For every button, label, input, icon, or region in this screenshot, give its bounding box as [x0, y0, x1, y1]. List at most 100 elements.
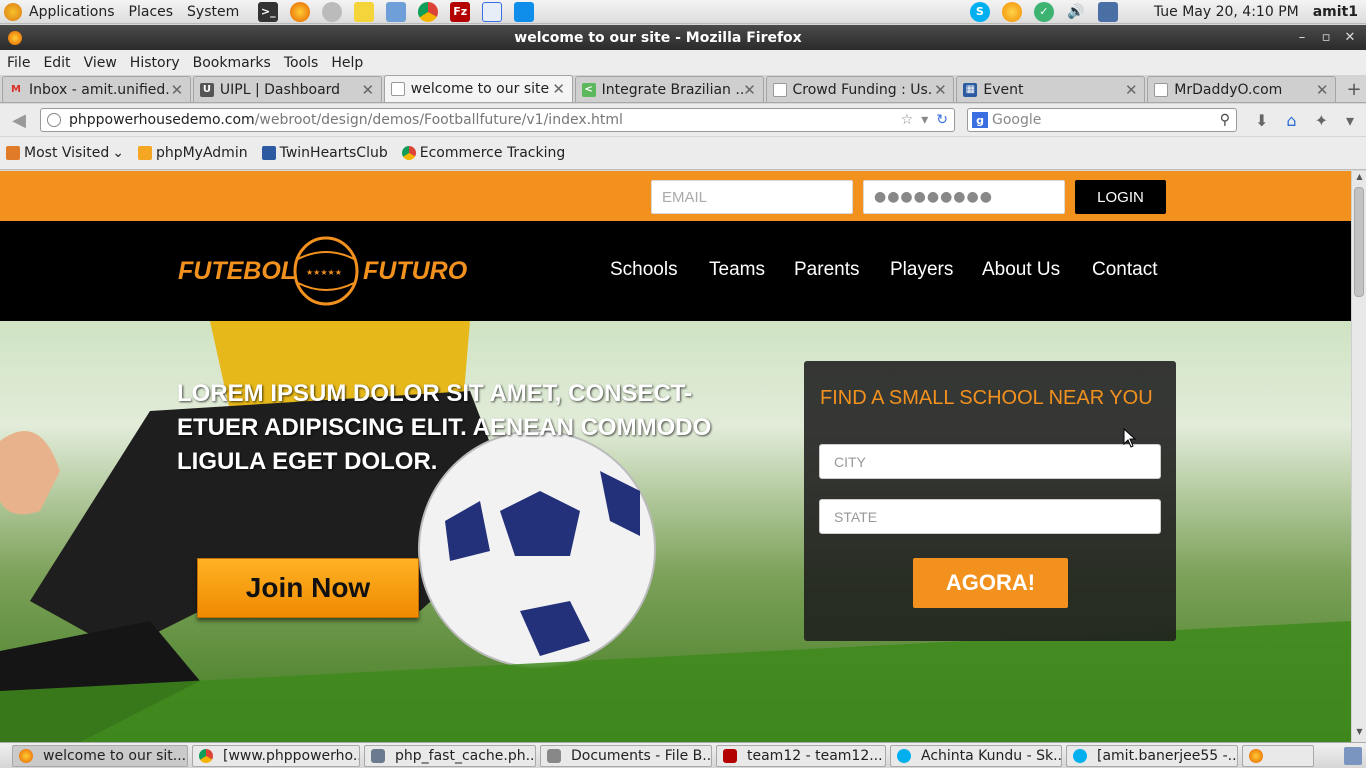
nav-players[interactable]: Players	[890, 259, 953, 281]
reload-icon[interactable]: ↻	[936, 112, 948, 128]
close-icon[interactable]: ✕	[1342, 30, 1358, 45]
nav-schools[interactable]: Schools	[610, 259, 678, 281]
menu-bookmarks[interactable]: Bookmarks	[186, 55, 277, 71]
bookmark-ecommerce-tracking[interactable]: Ecommerce Tracking	[401, 145, 565, 161]
update-check-icon[interactable]: ✓	[1033, 1, 1054, 22]
nav-parents[interactable]: Parents	[794, 259, 859, 281]
google-icon[interactable]: g	[972, 112, 988, 128]
bottom-taskbar: welcome to our sit... [www.phppowerho...…	[0, 742, 1366, 768]
close-icon[interactable]: ✕	[933, 81, 947, 99]
folder-icon[interactable]	[386, 1, 407, 22]
menu-edit[interactable]: Edit	[36, 55, 76, 71]
task-chrome[interactable]: [www.phppowerho...	[192, 744, 360, 767]
menu-tools[interactable]: Tools	[277, 55, 325, 71]
blank-page-icon	[390, 82, 405, 96]
home-icon[interactable]: ⌂	[1286, 111, 1296, 130]
join-now-button[interactable]: Join Now	[197, 558, 419, 618]
bookmark-twinheartsclub[interactable]: TwinHeartsClub	[261, 145, 388, 161]
firefox-icon[interactable]	[290, 1, 311, 22]
maximize-icon[interactable]: ▫	[1318, 30, 1334, 45]
volume-icon[interactable]: 🔊	[1066, 2, 1086, 22]
chrome-icon[interactable]	[418, 1, 439, 22]
places-menu[interactable]: Places	[122, 4, 181, 20]
teamviewer-icon[interactable]	[514, 1, 535, 22]
task-workspace-switcher[interactable]	[1242, 744, 1314, 767]
headline-line: LIGULA EGET DOLOR.	[177, 448, 438, 475]
panel-menus: Applications Places System	[0, 0, 252, 24]
applications-menu[interactable]: Applications	[22, 4, 122, 20]
trash-icon[interactable]	[1344, 746, 1362, 765]
city-field[interactable]: CITY	[819, 444, 1161, 479]
login-button[interactable]: LOGIN	[1075, 180, 1166, 214]
bookmark-most-visited[interactable]: Most Visited ⌄	[6, 145, 124, 161]
tab-uipl-dashboard[interactable]: U UIPL | Dashboard ✕	[192, 76, 382, 102]
panel-clock[interactable]: Tue May 20, 4:10 PM	[1124, 4, 1313, 20]
search-bar[interactable]: g Google ⚲	[967, 108, 1237, 132]
gnome-foot-icon[interactable]	[4, 2, 22, 21]
window-title: welcome to our site - Mozilla Firefox	[514, 29, 802, 46]
binoculars-icon[interactable]: ⚲	[1220, 112, 1236, 128]
task-firefox[interactable]: welcome to our sit...	[12, 744, 188, 767]
most-visited-icon	[6, 146, 20, 160]
bookmark-star-icon[interactable]: ☆	[901, 112, 914, 128]
firefox-icon	[19, 748, 33, 763]
page-scrollbar[interactable]: ▲ ▼	[1351, 171, 1366, 742]
tab-welcome[interactable]: welcome to our site ✕	[383, 75, 573, 102]
bookmark-phpmyadmin[interactable]: phpMyAdmin	[137, 145, 248, 161]
terminal-icon[interactable]: >_	[258, 1, 279, 22]
close-icon[interactable]: ✕	[1315, 81, 1329, 99]
futebol-futuro-logo[interactable]: FUTEBOL ★★★★★ FUTURO	[178, 235, 468, 307]
mouse-cursor-icon	[1123, 428, 1137, 448]
menu-file[interactable]: File	[0, 55, 36, 71]
chevron-down-icon[interactable]: ▾	[921, 112, 928, 128]
nav-teams[interactable]: Teams	[709, 259, 765, 281]
task-filezilla[interactable]: team12 - team12...	[716, 744, 886, 767]
task-php-fast-cache[interactable]: php_fast_cache.ph...	[364, 744, 536, 767]
weather-sun-icon[interactable]	[1001, 1, 1022, 22]
download-icon[interactable]: ⬇	[1255, 111, 1268, 130]
nav-about-us[interactable]: About Us	[982, 259, 1060, 281]
mail-clock-icon[interactable]	[322, 1, 343, 22]
skype-icon[interactable]: S	[969, 1, 990, 22]
filezilla-icon[interactable]: Fz	[450, 1, 471, 22]
close-icon[interactable]: ✕	[361, 81, 375, 99]
password-field[interactable]: ●●●●●●●●●	[863, 180, 1065, 214]
panel-user[interactable]: amit1	[1313, 4, 1366, 20]
task-skype-amit[interactable]: [amit.banerjee55 -...	[1066, 744, 1238, 767]
tab-crowd-funding[interactable]: Crowd Funding : Us... ✕	[765, 76, 955, 102]
scroll-up-icon[interactable]: ▲	[1352, 172, 1366, 186]
state-field[interactable]: STATE	[819, 499, 1161, 534]
close-icon[interactable]: ✕	[1124, 81, 1138, 99]
nav-contact[interactable]: Contact	[1092, 259, 1157, 281]
tab-mrdaddyo[interactable]: MrDaddyO.com ✕	[1147, 76, 1337, 102]
chevron-down-icon[interactable]: ▾	[1346, 111, 1354, 130]
minimize-icon[interactable]: –	[1294, 30, 1310, 45]
network-icon[interactable]	[1097, 1, 1118, 22]
tab-inbox[interactable]: M Inbox - amit.unified... ✕	[2, 76, 191, 102]
menu-view[interactable]: View	[77, 55, 123, 71]
back-arrow-icon[interactable]: ◀	[4, 110, 34, 131]
addon-icon[interactable]: ✦	[1315, 111, 1328, 130]
tab-label: Integrate Brazilian ...	[601, 81, 743, 98]
bookmark-label: phpMyAdmin	[155, 145, 248, 161]
task-skype-achinta[interactable]: Achinta Kundu - Sk...	[890, 744, 1062, 767]
new-tab-button[interactable]: +	[1342, 77, 1366, 101]
close-icon[interactable]: ✕	[743, 81, 757, 99]
system-menu[interactable]: System	[180, 4, 246, 20]
url-bar[interactable]: phppowerhousedemo.com/webroot/design/dem…	[40, 108, 955, 132]
notes-icon[interactable]	[354, 1, 375, 22]
scroll-down-icon[interactable]: ▼	[1352, 727, 1366, 741]
menu-help[interactable]: Help	[324, 55, 369, 71]
menu-history[interactable]: History	[123, 55, 186, 71]
email-field[interactable]: EMAIL	[651, 180, 853, 214]
logo-stars: ★★★★★	[306, 268, 342, 277]
scrollbar-thumb[interactable]	[1354, 187, 1364, 297]
document-icon[interactable]	[482, 1, 503, 22]
url-path: /webroot/design/demos/Footballfuture/v1/…	[254, 112, 623, 128]
close-icon[interactable]: ✕	[170, 81, 184, 99]
tab-integrate-brazilian[interactable]: < Integrate Brazilian ... ✕	[574, 76, 764, 102]
tab-event[interactable]: ▦ Event ✕	[956, 76, 1146, 102]
agora-button[interactable]: AGORA!	[913, 558, 1068, 608]
close-icon[interactable]: ✕	[552, 80, 566, 98]
task-documents[interactable]: Documents - File B...	[540, 744, 712, 767]
